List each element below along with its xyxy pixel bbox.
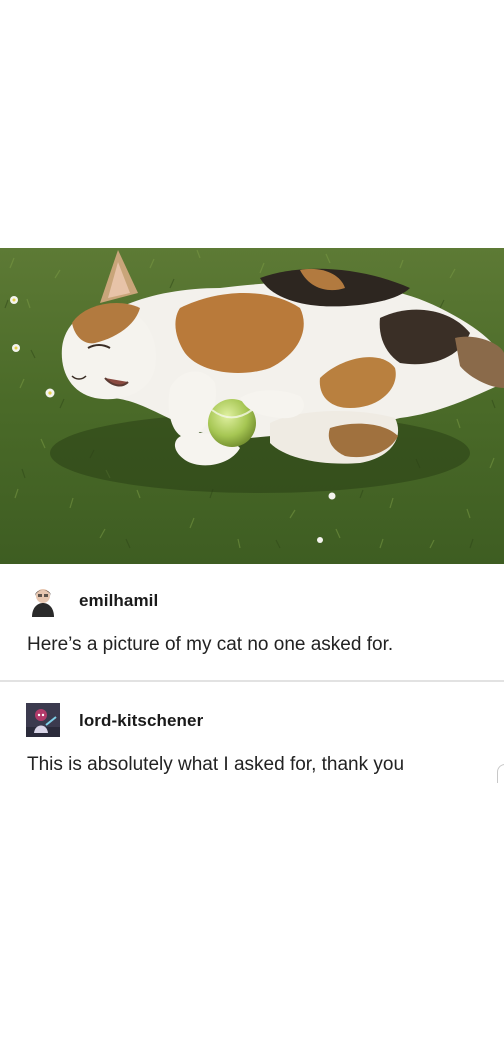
cartoon-character-avatar-icon[interactable] bbox=[26, 703, 60, 737]
person-avatar-icon[interactable] bbox=[26, 583, 60, 617]
post-body-text: Here’s a picture of my cat no one asked … bbox=[27, 634, 394, 655]
scroll-edge-icon bbox=[497, 764, 504, 783]
post-username[interactable]: lord-kitschener bbox=[79, 711, 203, 731]
post-divider bbox=[0, 680, 504, 682]
post-username[interactable]: emilhamil bbox=[79, 591, 158, 611]
post-body-text: This is absolutely what I asked for, tha… bbox=[27, 754, 405, 775]
cat-photo bbox=[0, 248, 504, 564]
